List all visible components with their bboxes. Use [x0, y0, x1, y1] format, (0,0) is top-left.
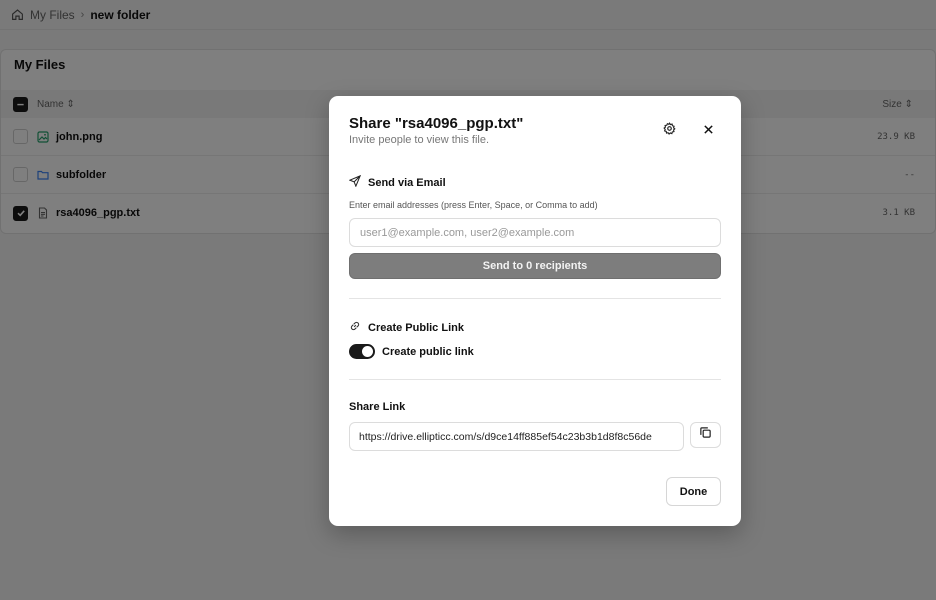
email-help-text: Enter email addresses (press Enter, Spac… — [349, 200, 598, 210]
toggle-label: Create public link — [382, 345, 474, 358]
link-icon — [349, 320, 361, 335]
copy-link-button[interactable] — [690, 422, 721, 448]
dialog-subtitle: Invite people to view this file. — [349, 134, 490, 146]
send-icon — [348, 174, 362, 190]
close-icon — [703, 122, 714, 140]
divider — [349, 379, 721, 380]
divider — [349, 298, 721, 299]
toggle-knob — [362, 346, 373, 357]
gear-icon — [662, 122, 676, 140]
settings-button[interactable] — [657, 119, 681, 143]
email-section-heading: Send via Email — [348, 174, 446, 190]
share-link-input[interactable] — [349, 422, 684, 451]
share-dialog: Share "rsa4096_pgp.txt" Invite people to… — [329, 96, 741, 526]
public-link-toggle-row: Create public link — [349, 344, 474, 359]
share-link-label: Share Link — [349, 401, 406, 413]
close-button[interactable] — [696, 119, 720, 143]
send-button[interactable]: Send to 0 recipients — [349, 253, 721, 279]
public-link-section-heading: Create Public Link — [349, 320, 464, 335]
done-button[interactable]: Done — [666, 477, 721, 506]
public-link-toggle[interactable] — [349, 344, 375, 359]
email-input[interactable] — [349, 218, 721, 247]
copy-icon — [699, 426, 712, 444]
dialog-title: Share "rsa4096_pgp.txt" — [349, 115, 524, 132]
